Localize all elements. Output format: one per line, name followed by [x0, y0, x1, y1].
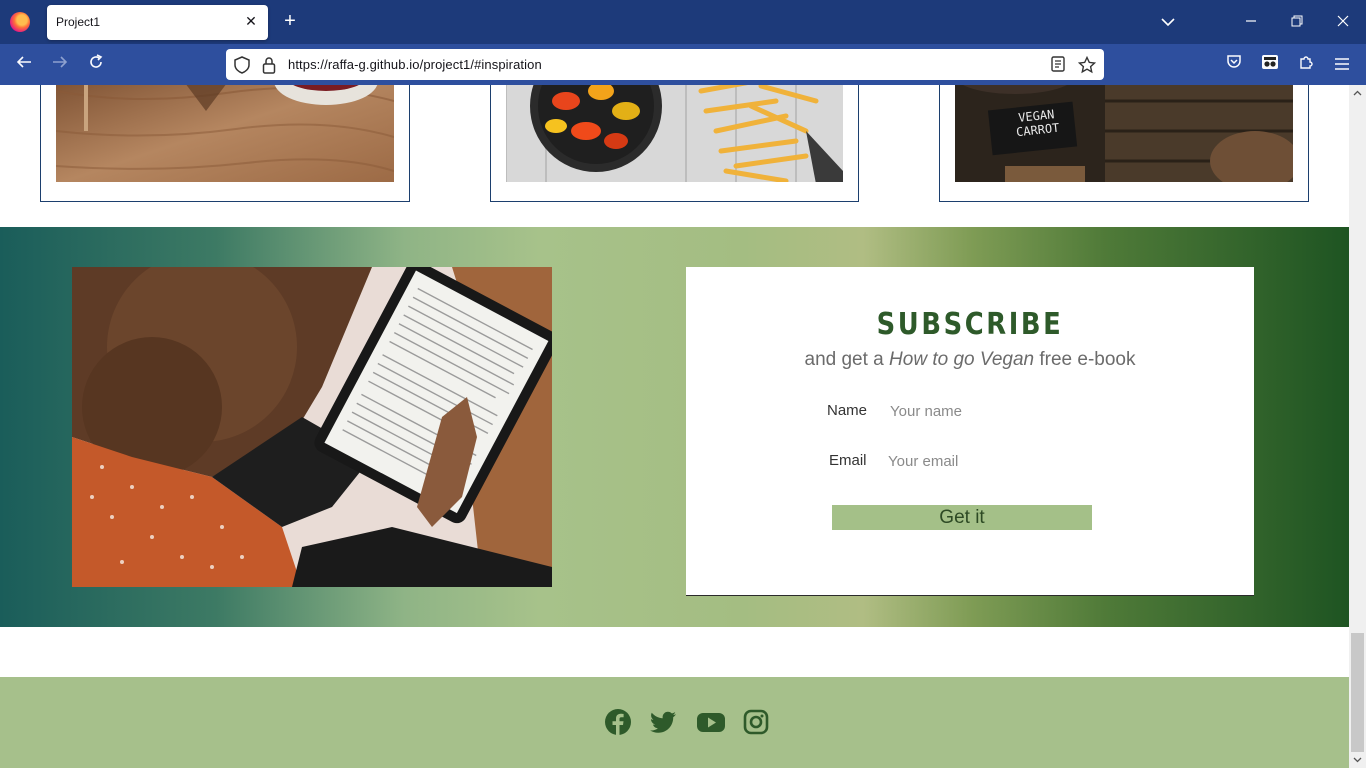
name-label: Name: [827, 402, 868, 419]
list-all-tabs-icon[interactable]: [1156, 10, 1180, 34]
inspiration-card: [490, 85, 859, 202]
woman-reading-tablet-photo: [72, 267, 552, 587]
close-window-icon[interactable]: [1331, 10, 1355, 34]
minimize-icon[interactable]: [1239, 10, 1263, 34]
menu-hamburger-icon[interactable]: [1330, 53, 1354, 77]
shield-icon[interactable]: [234, 56, 252, 74]
email-input[interactable]: [888, 449, 1078, 473]
reload-icon[interactable]: [84, 53, 108, 77]
tagline-ebook-title: How to go Vegan: [889, 349, 1035, 370]
pocket-icon[interactable]: [1222, 53, 1246, 77]
name-input[interactable]: [890, 399, 1080, 423]
subscribe-tagline: and get a How to go Vegan free e-book: [686, 349, 1254, 371]
browser-tabbar: Project1 ✕ +: [0, 0, 1366, 44]
instagram-icon[interactable]: [743, 708, 769, 736]
restore-icon[interactable]: [1285, 10, 1309, 34]
subscribe-title: SUBSCRIBE: [876, 307, 1064, 342]
forward-icon[interactable]: [48, 53, 72, 77]
youtube-icon[interactable]: [696, 708, 726, 736]
back-icon[interactable]: [12, 53, 36, 77]
get-it-button[interactable]: Get it: [832, 505, 1092, 530]
facebook-icon[interactable]: [604, 708, 632, 736]
subscribe-section: SUBSCRIBE and get a How to go Vegan free…: [0, 227, 1349, 627]
extensions-puzzle-icon[interactable]: [1294, 53, 1318, 77]
tab-title: Project1: [56, 15, 101, 29]
url-text[interactable]: https://raffa-g.github.io/project1/#insp…: [288, 57, 542, 72]
browser-tab[interactable]: Project1 ✕: [47, 5, 268, 40]
browser-navbar: https://raffa-g.github.io/project1/#insp…: [0, 44, 1366, 85]
close-tab-icon[interactable]: ✕: [242, 12, 260, 30]
email-label: Email: [829, 452, 867, 469]
firefox-logo-icon[interactable]: [10, 12, 30, 32]
new-tab-button[interactable]: +: [280, 11, 300, 31]
twitter-icon[interactable]: [649, 708, 677, 736]
reader-view-icon[interactable]: [1051, 56, 1069, 74]
inspiration-card: VEGAN CARROT: [939, 85, 1309, 202]
scroll-down-icon[interactable]: [1353, 755, 1362, 764]
scrollbar-thumb[interactable]: [1351, 633, 1364, 752]
peppers-and-fries-photo: [506, 85, 843, 182]
extension-glasses-icon[interactable]: [1258, 53, 1282, 77]
tagline-suffix: free e-book: [1034, 349, 1136, 370]
address-bar[interactable]: https://raffa-g.github.io/project1/#insp…: [226, 49, 1104, 80]
lock-icon[interactable]: [262, 56, 280, 74]
footer: [0, 677, 1349, 768]
tagline-prefix: and get a: [804, 349, 890, 370]
page-scrollbar[interactable]: [1349, 85, 1366, 768]
vegan-carrot-sign-photo: VEGAN CARROT: [955, 85, 1293, 182]
bookmark-star-icon[interactable]: [1077, 55, 1097, 74]
subscribe-form-card: SUBSCRIBE and get a How to go Vegan free…: [686, 267, 1254, 596]
scroll-up-icon[interactable]: [1353, 89, 1362, 98]
page-viewport: VEGAN CARROT SUBSCRIBE and get a How to …: [0, 85, 1349, 768]
wooden-table-with-bowl-photo: [56, 85, 394, 182]
inspiration-card: [40, 85, 410, 202]
